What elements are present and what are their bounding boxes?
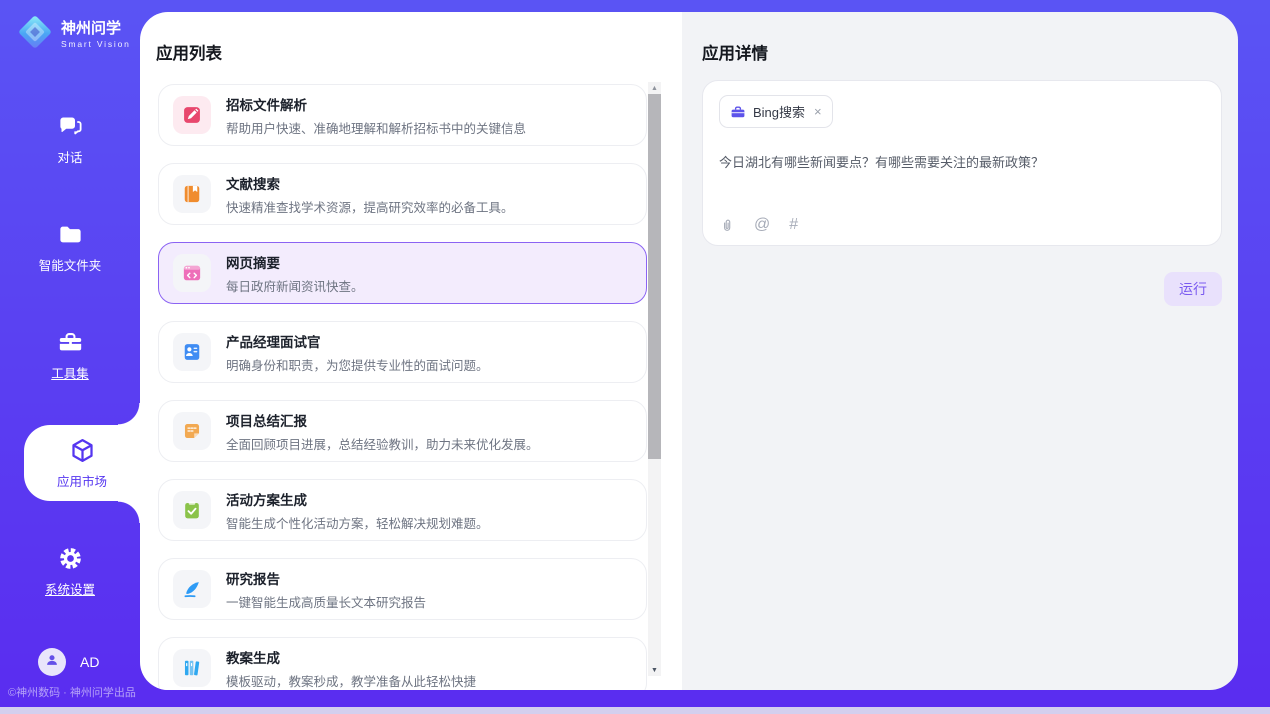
content-shell: 应用列表 招标文件解析帮助用户快速、准确地理解和解析招标书中的关键信息文献搜索快…: [140, 12, 1238, 690]
list-item[interactable]: 教案生成模板驱动，教案秒成，教学准备从此轻松快捷: [158, 637, 647, 690]
avatar[interactable]: [38, 648, 66, 676]
person-icon: [43, 651, 61, 674]
sidebar-item-label: 应用市场: [57, 471, 107, 490]
sidebar-item-1[interactable]: 对话: [0, 101, 140, 177]
app-title: 文献搜索: [226, 173, 514, 193]
edit-document-icon: [173, 96, 211, 134]
app-list-title: 应用列表: [156, 40, 222, 64]
briefcase-icon: [730, 104, 746, 120]
hash-icon[interactable]: #: [789, 217, 798, 233]
app-description: 智能生成个性化活动方案，轻松解决规划难题。: [226, 513, 489, 532]
quill-icon: [173, 570, 211, 608]
book-icon: [173, 175, 211, 213]
run-button[interactable]: 运行: [1164, 272, 1222, 306]
close-icon[interactable]: ×: [814, 104, 822, 119]
app-description: 一键智能生成高质量长文本研究报告: [226, 592, 426, 611]
sidebar-item-3[interactable]: 工具集: [0, 317, 140, 393]
app-detail-title: 应用详情: [702, 40, 768, 64]
scroll-down-icon[interactable]: ▼: [648, 664, 661, 676]
interview-icon: [173, 333, 211, 371]
clipboard-check-icon: [173, 491, 211, 529]
sidebar-item-label: 智能文件夹: [39, 255, 102, 274]
app-title: 活动方案生成: [226, 489, 489, 509]
scrollbar-thumb[interactable]: [648, 94, 661, 459]
app-title: 产品经理面试官: [226, 331, 489, 351]
tool-tag-bing[interactable]: Bing搜索 ×: [719, 95, 833, 128]
app-title: 教案生成: [226, 647, 476, 667]
prompt-toolbar: @#: [719, 217, 798, 233]
sidebar-item-5[interactable]: 系统设置: [0, 533, 140, 609]
list-item[interactable]: 活动方案生成智能生成个性化活动方案，轻松解决规划难题。: [158, 479, 647, 541]
prompt-card: Bing搜索 × 今日湖北有哪些新闻要点？有哪些需要关注的最新政策？ @#: [702, 80, 1222, 246]
brand-subtitle: Smart Vision: [61, 39, 131, 49]
app-description: 全面回顾项目进展，总结经验教训，助力未来优化发展。: [226, 434, 539, 453]
app-description: 模板驱动，教案秒成，教学准备从此轻松快捷: [226, 671, 476, 690]
app-title: 网页摘要: [226, 252, 364, 272]
note-icon: [173, 412, 211, 450]
app-description: 帮助用户快速、准确地理解和解析招标书中的关键信息: [226, 118, 526, 137]
app-description: 快速精准查找学术资源，提高研究效率的必备工具。: [226, 197, 514, 216]
list-item[interactable]: 产品经理面试官明确身份和职责，为您提供专业性的面试问题。: [158, 321, 647, 383]
mention-icon[interactable]: @: [754, 217, 770, 233]
gear-icon: [57, 545, 84, 572]
app-list: 招标文件解析帮助用户快速、准确地理解和解析招标书中的关键信息文献搜索快速精准查找…: [158, 84, 647, 690]
sidebar-item-label: 对话: [57, 147, 82, 166]
app-title: 项目总结汇报: [226, 410, 539, 430]
brand-name: 神州问学: [61, 20, 131, 37]
sidebar-item-label: 工具集: [51, 363, 89, 382]
app-description: 明确身份和职责，为您提供专业性的面试问题。: [226, 355, 489, 374]
list-item[interactable]: 文献搜索快速精准查找学术资源，提高研究效率的必备工具。: [158, 163, 647, 225]
brand: 神州问学 Smart Vision: [16, 13, 131, 56]
sidebar-item-2[interactable]: 智能文件夹: [0, 209, 140, 285]
folder-icon: [57, 221, 84, 248]
list-item[interactable]: 网页摘要每日政府新闻资讯快查。: [158, 242, 647, 304]
sidebar-item-label: 系统设置: [45, 579, 95, 598]
books-icon: [173, 649, 211, 687]
list-item[interactable]: 项目总结汇报全面回顾项目进展，总结经验教训，助力未来优化发展。: [158, 400, 647, 462]
app-title: 研究报告: [226, 568, 426, 588]
bottom-strip: [0, 707, 1270, 714]
chat-icon: [57, 113, 84, 140]
toolbox-icon: [57, 329, 84, 356]
app-title: 招标文件解析: [226, 94, 526, 114]
diamond-logo-icon: [16, 13, 54, 56]
paperclip-icon[interactable]: [719, 217, 735, 233]
list-item[interactable]: 研究报告一键智能生成高质量长文本研究报告: [158, 558, 647, 620]
cube-icon: [69, 437, 96, 464]
user-row[interactable]: AD: [38, 648, 99, 676]
app-detail-panel: 应用详情 Bing搜索 × 今日湖北有哪些新闻要点？有哪些需要关注的最新政策？ …: [682, 12, 1238, 690]
browser-code-icon: [173, 254, 211, 292]
scroll-up-icon[interactable]: ▲: [648, 82, 661, 94]
user-name: AD: [80, 654, 99, 670]
app-description: 每日政府新闻资讯快查。: [226, 276, 364, 295]
prompt-input[interactable]: 今日湖北有哪些新闻要点？有哪些需要关注的最新政策？: [719, 152, 1205, 171]
sidebar-item-4[interactable]: 应用市场: [24, 425, 140, 501]
sidebar: 神州问学 Smart Vision 对话智能文件夹工具集应用市场系统设置 AD …: [0, 0, 140, 714]
tool-tag-label: Bing搜索: [753, 102, 805, 121]
scrollbar[interactable]: ▲ ▼: [648, 82, 661, 676]
app-list-panel: 应用列表 招标文件解析帮助用户快速、准确地理解和解析招标书中的关键信息文献搜索快…: [140, 12, 682, 690]
copyright-footer: ©神州数码 · 神州问学出品: [8, 684, 136, 700]
list-item[interactable]: 招标文件解析帮助用户快速、准确地理解和解析招标书中的关键信息: [158, 84, 647, 146]
